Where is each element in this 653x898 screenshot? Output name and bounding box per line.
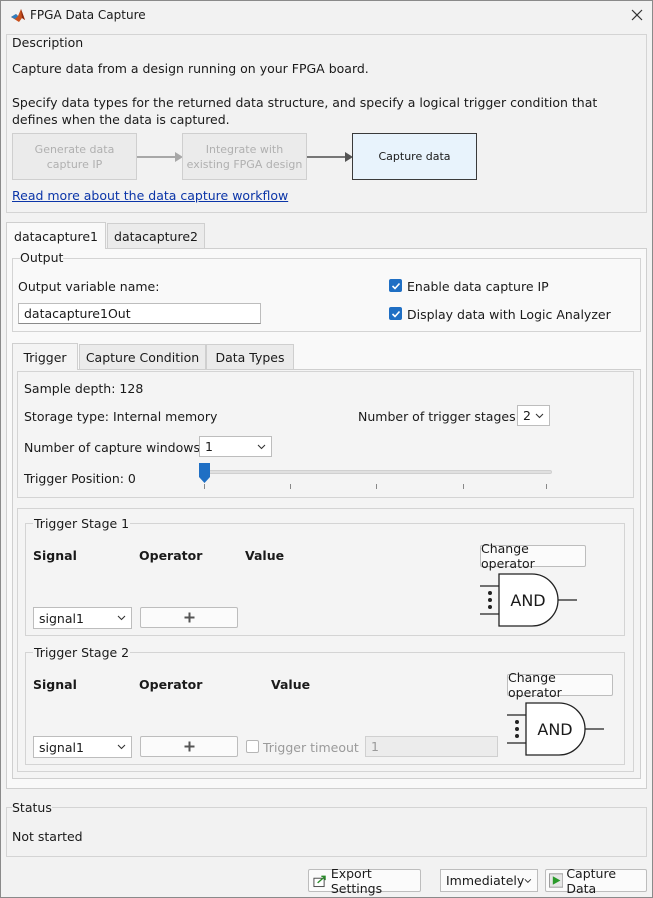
chevron-down-icon (117, 615, 126, 621)
output-title: Output (20, 250, 64, 265)
status-panel (6, 807, 647, 857)
stage-1-and-gate: AND (480, 572, 580, 628)
status-value: Not started (12, 829, 83, 844)
slider-thumb-icon[interactable] (198, 462, 211, 484)
display-la-label: Display data with Logic Analyzer (407, 307, 611, 322)
tab-data-types[interactable]: Data Types (206, 344, 294, 370)
chevron-down-icon (535, 413, 544, 418)
stage-2-and-gate: AND (507, 701, 607, 757)
workflow-help-link[interactable]: Read more about the data capture workflo… (12, 188, 288, 203)
export-icon (313, 875, 326, 887)
play-icon (549, 873, 564, 888)
output-variable-label: Output variable name: (18, 279, 160, 294)
workflow-step-integrate-line1: Integrate with (205, 142, 284, 156)
workflow-step-capture: Capture data (352, 133, 477, 180)
description-title: Description (12, 35, 84, 50)
trigger-stage-1-title: Trigger Stage 1 (33, 516, 131, 531)
stage-2-signal-header: Signal (33, 677, 77, 692)
trigger-position-label: Trigger Position: 0 (24, 471, 136, 486)
stage-1-value-header: Value (245, 548, 285, 563)
close-icon (631, 9, 643, 21)
capture-windows-label: Number of capture windows: (24, 440, 205, 455)
trigger-stages-label: Number of trigger stages: (358, 409, 520, 424)
export-settings-button[interactable]: Export Settings (308, 866, 421, 896)
window-title: FPGA Data Capture (30, 8, 146, 22)
capture-mode-value: Immediately (446, 873, 525, 888)
trigger-position-slider[interactable] (204, 470, 552, 474)
capture-mode-dropdown[interactable]: Immediately (440, 869, 538, 892)
stage-2-signal-dropdown[interactable]: signal1 (33, 736, 132, 758)
workflow-step-integrate: Integrate with existing FPGA design (182, 133, 307, 180)
workflow-arrow-2 (307, 156, 345, 158)
stage-1-signal-header: Signal (33, 548, 77, 563)
slider-tick (290, 484, 291, 489)
description-line-2: Specify data types for the returned data… (12, 95, 598, 127)
checkmark-icon (391, 310, 400, 318)
tab-datacapture2[interactable]: datacapture2 (107, 223, 205, 249)
enable-ip-label: Enable data capture IP (407, 279, 549, 294)
capture-windows-dropdown[interactable]: 1 (199, 436, 272, 457)
workflow-step-integrate-line2: existing FPGA design (186, 157, 303, 171)
workflow-arrow-1 (137, 156, 175, 158)
enable-ip-checkbox[interactable] (389, 279, 402, 292)
plus-icon (184, 741, 194, 752)
storage-type-label: Storage type: Internal memory (24, 409, 218, 424)
description-line-1: Capture data from a design running on yo… (12, 61, 369, 76)
stage-1-gate-label: AND (510, 591, 546, 610)
stage-2-value-header: Value (271, 677, 311, 692)
chevron-down-icon (117, 744, 126, 750)
stage-2-gate-label: AND (537, 720, 573, 739)
stage-1-add-operator-button[interactable] (140, 607, 238, 628)
trigger-timeout-checkbox[interactable] (246, 740, 259, 753)
capture-windows-value: 1 (205, 439, 213, 454)
workflow-step-generate-line2: capture IP (46, 157, 103, 171)
trigger-timeout-input[interactable]: 1 (365, 736, 498, 757)
stage-2-change-operator-button[interactable]: Change operator (507, 670, 613, 700)
tab-capture-condition[interactable]: Capture Condition (79, 344, 206, 370)
trigger-stages-dropdown[interactable]: 2 (517, 405, 550, 426)
tab-datacapture1[interactable]: datacapture1 (6, 222, 106, 249)
chevron-down-icon (257, 444, 266, 449)
stage-2-add-operator-button[interactable] (140, 736, 238, 757)
slider-tick (204, 484, 205, 489)
stage-1-signal-value: signal1 (39, 610, 84, 626)
slider-tick (546, 484, 547, 489)
slider-tick (463, 484, 464, 489)
tab-trigger[interactable]: Trigger (12, 343, 78, 370)
matlab-logo-icon (11, 9, 25, 22)
checkmark-icon (391, 282, 400, 290)
display-la-checkbox[interactable] (389, 307, 402, 320)
capture-data-button[interactable]: Capture Data (545, 866, 647, 896)
sample-depth-label: Sample depth: 128 (24, 381, 144, 396)
output-variable-input[interactable]: datacapture1Out (18, 303, 261, 324)
status-title: Status (12, 800, 52, 815)
chevron-down-icon (524, 878, 532, 883)
plus-icon (184, 612, 194, 623)
trigger-timeout-label: Trigger timeout (263, 740, 359, 755)
capture-data-label: Capture Data (566, 865, 617, 896)
trigger-stages-value: 2 (523, 408, 531, 423)
export-settings-label: Export Settings (330, 865, 383, 896)
stage-1-change-operator-button[interactable]: Change operator (480, 541, 586, 571)
workflow-step-generate: Generate data capture IP (12, 133, 137, 180)
trigger-stage-2-title: Trigger Stage 2 (33, 645, 131, 660)
stage-1-operator-header: Operator (139, 548, 203, 563)
slider-tick (376, 484, 377, 489)
stage-1-signal-dropdown[interactable]: signal1 (33, 607, 132, 629)
stage-2-signal-value: signal1 (39, 739, 84, 755)
close-button[interactable] (626, 4, 648, 26)
workflow-step-generate-line1: Generate data (34, 142, 115, 156)
stage-2-operator-header: Operator (139, 677, 203, 692)
